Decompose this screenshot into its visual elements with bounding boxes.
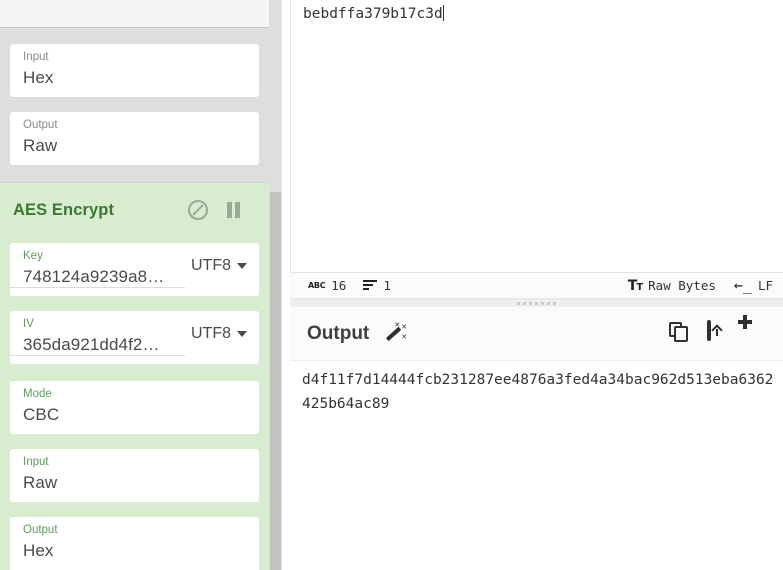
magic-wand-icon[interactable]: ✕ ✕ ✕ <box>383 321 407 346</box>
char-count-value: 16 <box>331 278 347 293</box>
arg-card-op-output[interactable]: Output Hex <box>10 517 259 570</box>
input-text-wrap: bebdffa379b17c3d <box>303 5 444 22</box>
output-editor[interactable]: d4f11f7d14444fcb231287ee4876a3fed4a34bac… <box>290 361 783 570</box>
key-encoding-label: UTF8 <box>191 256 231 274</box>
operation-icons <box>188 200 242 220</box>
replace-input-icon <box>707 319 711 341</box>
arg-value: Hex <box>23 541 54 560</box>
iv-field: IV 365da921dd4f2… UTF8 <box>10 311 259 356</box>
arg-label: Mode <box>23 388 52 400</box>
operation-header: AES Encrypt <box>0 183 269 239</box>
replace-input-button[interactable] <box>707 319 731 346</box>
key-input-wrap[interactable]: Key 748124a9239a8… <box>10 243 185 288</box>
arg-label: IV <box>23 318 34 330</box>
maximise-output-button[interactable] <box>738 314 769 346</box>
status-bar-left: ABC 16 1 <box>290 278 397 293</box>
arg-card-op-input[interactable]: Input Raw <box>10 449 259 502</box>
line-ending-label: LF <box>757 278 773 293</box>
pane-divider[interactable] <box>281 0 290 570</box>
arg-value: Hex <box>23 68 54 87</box>
line-ending-selector[interactable]: ←̲ LF <box>728 276 779 294</box>
arg-label: Input <box>23 456 49 468</box>
operation-aes-encrypt[interactable]: AES Encrypt <box>0 182 269 570</box>
status-bar-right: TT Raw Bytes ←̲ LF <box>622 278 783 294</box>
key-encoding-dropdown[interactable]: UTF8 <box>185 243 259 288</box>
pause-icon[interactable] <box>226 201 242 219</box>
char-count[interactable]: ABC 16 <box>302 278 352 293</box>
lines-icon <box>363 280 378 291</box>
arg-card-iv[interactable]: IV 365da921dd4f2… UTF8 <box>10 311 259 364</box>
operation-title: AES Encrypt <box>13 201 115 219</box>
recipe-pane: CBC Input Hex Output Raw AES Encrypt <box>0 0 290 570</box>
arg-label: Key <box>23 250 43 262</box>
arg-label: Output <box>23 524 58 536</box>
arg-value: 748124a9239a8… <box>23 267 165 286</box>
key-field: Key 748124a9239a8… UTF8 <box>10 243 259 288</box>
input-encoding-label: Raw Bytes <box>648 278 716 293</box>
arg-label: Output <box>23 119 58 131</box>
iv-encoding-label: UTF8 <box>191 324 231 342</box>
iv-input-wrap[interactable]: IV 365da921dd4f2… <box>10 311 185 356</box>
io-splitter-handle[interactable] <box>290 299 783 307</box>
recipe-scrollbar-thumb[interactable] <box>270 192 281 570</box>
arg-card-mode[interactable]: Mode CBC <box>10 381 259 434</box>
output-title: Output <box>307 322 370 344</box>
iv-encoding-dropdown[interactable]: UTF8 <box>185 311 259 356</box>
output-text: d4f11f7d14444fcb231287ee4876a3fed4a34bac… <box>302 372 774 412</box>
ban-icon[interactable] <box>188 200 208 220</box>
output-actions <box>631 314 783 346</box>
chevron-down-icon <box>237 262 247 269</box>
input-status-bar: ABC 16 1 TT Raw Bytes ←̲ LF <box>290 272 783 299</box>
scrolled-operation-arg[interactable]: CBC <box>0 0 269 28</box>
io-pane: bebdffa379b17c3d ABC 16 1 TT Raw Bytes ←… <box>290 0 783 570</box>
arg-card-output-raw[interactable]: Output Raw <box>10 112 259 165</box>
arg-value: Raw <box>23 136 58 155</box>
input-text: bebdffa379b17c3d <box>303 6 443 22</box>
line-count-value: 1 <box>383 278 391 293</box>
chevron-down-icon <box>237 330 247 337</box>
arg-card-input-hex[interactable]: Input Hex <box>10 44 259 97</box>
arg-value: Raw <box>23 473 58 492</box>
save-to-file-button[interactable] <box>631 322 655 346</box>
abc-icon: ABC <box>308 281 326 290</box>
arg-card-key[interactable]: Key 748124a9239a8… UTF8 <box>10 243 259 296</box>
output-header: Output ✕ ✕ ✕ <box>290 307 783 361</box>
text-cursor <box>442 5 444 21</box>
text-format-icon: TT <box>627 277 643 294</box>
arg-label: Input <box>23 51 49 63</box>
enter-arrow-icon: ←̲ <box>733 276 752 294</box>
copy-output-button[interactable] <box>669 322 693 346</box>
input-editor[interactable]: bebdffa379b17c3d <box>290 0 783 272</box>
arg-value: 365da921dd4f2… <box>23 335 160 354</box>
line-count[interactable]: 1 <box>357 278 397 293</box>
arg-value: CBC <box>23 405 60 424</box>
cyberchef-app: CBC Input Hex Output Raw AES Encrypt <box>0 0 783 570</box>
input-encoding-selector[interactable]: TT Raw Bytes <box>622 278 722 294</box>
